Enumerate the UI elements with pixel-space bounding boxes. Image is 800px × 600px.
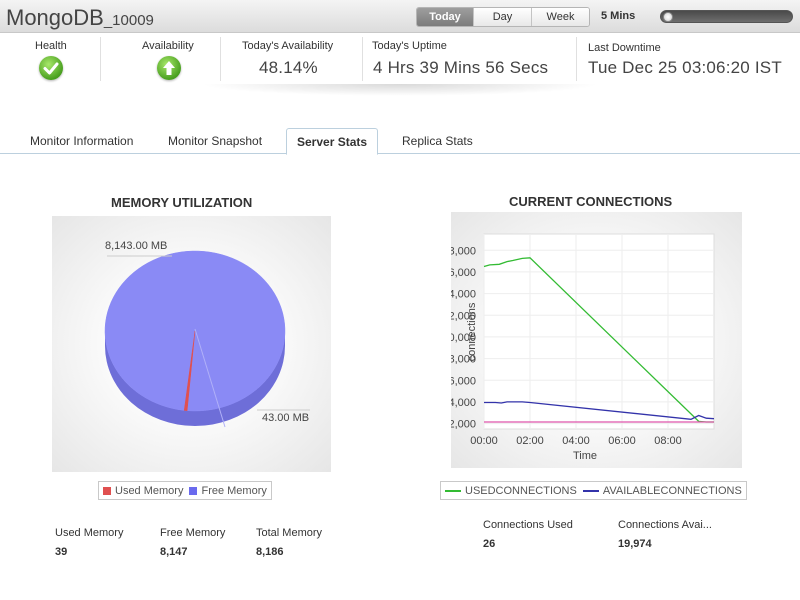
last-downtime-label: Last Downtime [588,42,661,54]
monitor-name: MongoDB [6,5,104,30]
last-downtime-value: Tue Dec 25 03:06:20 IST [588,58,782,77]
legend-item-available-connections[interactable]: AVAILABLECONNECTIONS [582,484,742,497]
legend-label: USEDCONNECTIONS [465,484,577,497]
x-tick-label: 08:00 [654,435,682,447]
arrow-up-icon [157,56,181,80]
todays-availability-label: Today's Availability [242,40,334,52]
todays-availability-value: 48.14% [259,58,318,77]
health-label: Health [35,40,67,52]
tab-bar: Monitor Information Monitor Snapshot Ser… [0,128,800,155]
y-tick-label: 14,000 [451,289,476,301]
x-axis-label: Time [573,450,597,462]
last-downtime-stat: Last Downtime Tue Dec 25 03:06:20 IST [576,33,800,81]
legend-item-free-memory[interactable]: Free Memory [189,484,267,497]
status-shadow [200,84,600,96]
metric-value: 26 [483,538,496,550]
memory-chart-title: MEMORY UTILIZATION [111,195,253,210]
connections-available-metric: Connections Avai... 19,974 [618,519,712,550]
interval-slider[interactable] [660,10,793,23]
y-tick-label: 18,000 [451,245,476,257]
y-tick-label: 16,000 [451,267,476,279]
y-tick-label: 4,000 [451,397,476,409]
connections-used-metric: Connections Used 26 [483,519,573,550]
legend-label: Free Memory [201,484,267,497]
tab-server-stats[interactable]: Server Stats [286,128,379,155]
slider-handle[interactable] [663,12,673,22]
metric-value: 8,186 [256,546,284,558]
period-selector: Today Day Week [416,7,590,27]
period-week-button[interactable]: Week [531,8,589,26]
legend-item-used-memory[interactable]: Used Memory [103,485,183,497]
metric-value: 19,974 [618,538,652,550]
todays-uptime-stat: Today's Uptime 4 Hrs 39 Mins 56 Secs [362,33,576,81]
todays-uptime-value: 4 Hrs 39 Mins 56 Secs [373,58,549,77]
x-tick-label: 06:00 [608,435,636,447]
connections-legend: USEDCONNECTIONS AVAILABLECONNECTIONS [440,481,747,500]
todays-availability-stat: Today's Availability 48.14% [220,33,362,81]
availability-stat: Availability [100,33,220,81]
metric-label: Used Memory [55,527,124,539]
metric-label: Total Memory [256,527,323,539]
availability-label: Availability [142,40,194,52]
check-icon [39,56,63,80]
x-tick-label: 02:00 [516,435,544,447]
y-axis-label: connections [466,302,478,361]
legend-label: AVAILABLECONNECTIONS [602,484,742,497]
monitor-port: _10009 [103,12,154,29]
tab-monitor-snapshot[interactable]: Monitor Snapshot [168,128,262,154]
x-tick-label: 04:00 [562,435,590,447]
memory-pie-chart: 8,143.00 MB 43.00 MB [52,216,331,472]
period-day-button[interactable]: Day [473,8,531,26]
health-stat: Health [0,33,100,81]
memory-legend: Used Memory Free Memory [98,481,272,500]
free-memory-swatch [189,486,198,495]
legend-label: Used Memory [115,484,184,497]
monitor-title: MongoDB_10009 [6,5,154,31]
legend-item-used-connections[interactable]: USEDCONNECTIONS [445,485,577,497]
metric-label: Connections Avai... [618,519,712,531]
memory-pie-svg: 8,143.00 MB 43.00 MB [104,240,310,428]
metric-value: 39 [55,546,68,558]
connections-line-svg: 2,0004,0006,0008,00010,00012,00014,00016… [442,233,715,462]
free-memory-metric: Free Memory 8,147 [160,527,225,558]
period-today-button[interactable]: Today [417,8,473,26]
used-memory-metric: Used Memory 39 [55,527,123,558]
metric-label: Connections Used [483,519,573,531]
tab-replica-stats[interactable]: Replica Stats [402,128,473,154]
y-tick-label: 6,000 [451,375,476,387]
used-memory-swatch [103,486,111,495]
pie-label-free-memory: 8,143.00 MB [105,240,167,252]
polling-interval-label: 5 Mins [601,10,636,22]
total-memory-metric: Total Memory 8,186 [256,527,322,558]
metric-value: 8,147 [160,546,188,558]
x-tick-label: 00:00 [470,435,498,447]
plot-area [483,233,715,430]
connections-line-chart: 2,0004,0006,0008,00010,00012,00014,00016… [442,212,742,468]
used-connections-swatch [445,489,461,492]
connections-chart-title: CURRENT CONNECTIONS [509,194,673,209]
pie-label-used-memory: 43.00 MB [262,412,309,424]
top-bar: MongoDB_10009 Today Day Week 5 Mins [0,0,800,33]
todays-uptime-label: Today's Uptime [372,40,447,52]
metric-label: Free Memory [160,527,226,539]
status-strip: Health Availability Today's Availability… [0,33,800,87]
available-connections-swatch [582,489,599,492]
y-tick-label: 2,000 [451,419,476,431]
tab-monitor-information[interactable]: Monitor Information [30,128,133,154]
